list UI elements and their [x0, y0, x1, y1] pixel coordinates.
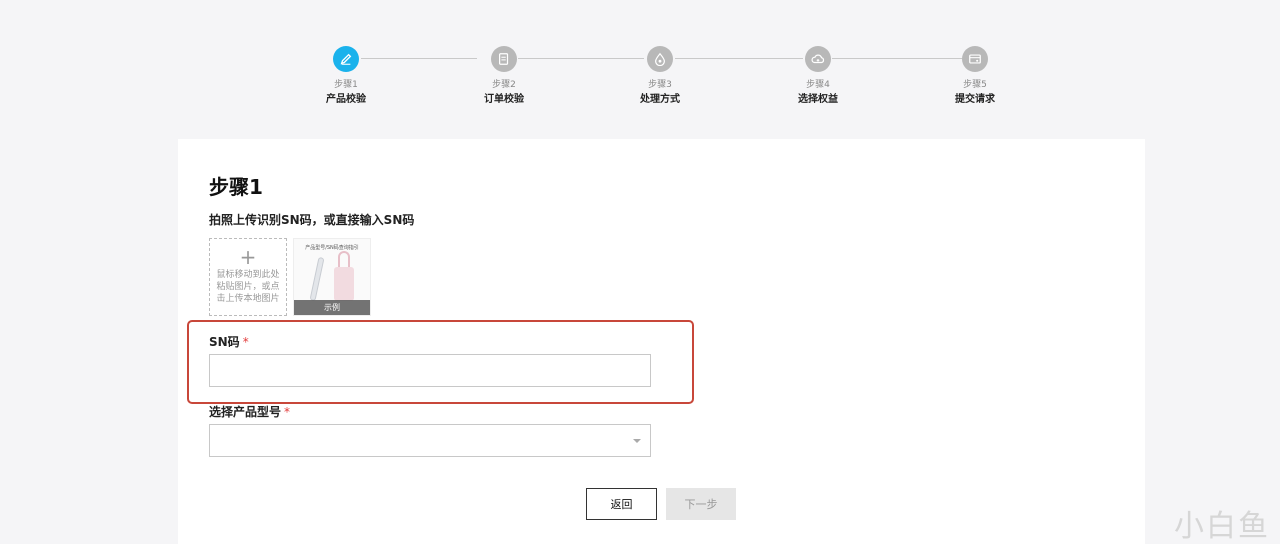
step-name: 提交请求 [955, 94, 995, 105]
step-2: 步骤2 订单校验 [444, 44, 564, 106]
next-button[interactable]: 下一步 [666, 488, 736, 520]
model-label: 选择产品型号 * [209, 403, 290, 420]
step-number: 步骤3 [648, 80, 672, 90]
cloud-icon [805, 46, 831, 72]
sample-label: 示例 [294, 300, 370, 315]
drop-icon [647, 46, 673, 72]
step-5: 步骤5 提交请求 [915, 44, 1035, 106]
required-mark: * [284, 405, 291, 419]
step-4: 步骤4 选择权益 [758, 44, 878, 106]
form-card: 步骤1 拍照上传识别SN码，或直接输入SN码 + 鼠标移动到此处粘贴图片，或点击… [178, 139, 1145, 544]
card-icon [962, 46, 988, 72]
stepper: 步骤1 产品校验 步骤2 订单校验 步骤3 处理方式 步骤4 选择权益 步骤5 … [0, 44, 1280, 114]
step-number: 步骤2 [492, 80, 516, 90]
step-name: 选择权益 [798, 94, 838, 105]
model-label-text: 选择产品型号 [209, 405, 282, 419]
model-select[interactable] [209, 424, 651, 457]
back-button[interactable]: 返回 [586, 488, 657, 520]
step-3: 步骤3 处理方式 [600, 44, 720, 106]
sample-image[interactable]: 产品型号/SN码查询指引 示例 [293, 238, 371, 316]
pencil-icon [333, 46, 359, 72]
sn-label-text: SN码 [209, 335, 240, 349]
upload-tip: 鼠标移动到此处粘贴图片，或点击上传本地图片 [216, 270, 280, 304]
step-name: 处理方式 [640, 94, 680, 105]
step-name: 产品校验 [326, 94, 366, 105]
step-name: 订单校验 [484, 94, 524, 105]
required-mark: * [242, 335, 249, 349]
plus-icon: + [239, 245, 257, 269]
sample-header: 产品型号/SN码查询指引 [305, 245, 359, 251]
step-1: 步骤1 产品校验 [286, 44, 406, 106]
device-illustration [334, 267, 354, 301]
page-title: 步骤1 [209, 175, 263, 199]
document-icon [491, 46, 517, 72]
upload-hint: 拍照上传识别SN码，或直接输入SN码 [209, 213, 415, 227]
sn-input[interactable] [209, 354, 651, 387]
watermark: 小白鱼 [1174, 509, 1270, 544]
sn-label: SN码 * [209, 333, 249, 350]
image-upload-area[interactable]: + 鼠标移动到此处粘贴图片，或点击上传本地图片 [209, 238, 287, 316]
step-number: 步骤4 [806, 80, 830, 90]
chevron-down-icon [633, 439, 641, 443]
step-number: 步骤1 [334, 80, 358, 90]
pen-illustration [309, 256, 325, 302]
step-number: 步骤5 [963, 80, 987, 90]
